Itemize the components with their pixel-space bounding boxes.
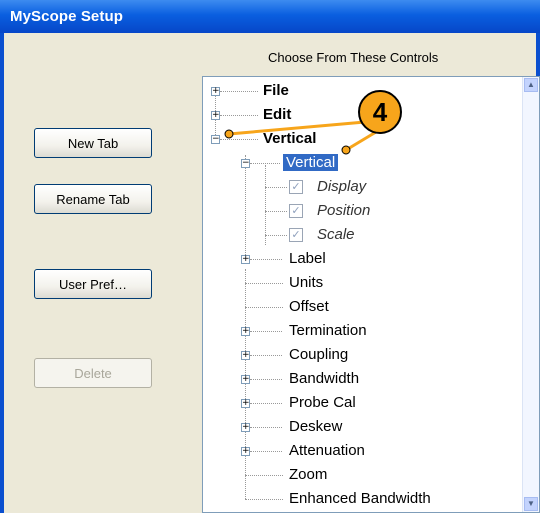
expand-probe-cal-icon[interactable]: + bbox=[241, 399, 250, 408]
window-frame-left bbox=[0, 33, 4, 513]
scale-checkbox[interactable]: ✓ bbox=[289, 228, 303, 242]
tree-node-deskew[interactable]: Deskew bbox=[289, 416, 342, 438]
expand-bandwidth-icon[interactable]: + bbox=[241, 375, 250, 384]
tree-connector bbox=[250, 331, 282, 332]
tree-connector bbox=[265, 211, 287, 212]
tree-node-label[interactable]: Label bbox=[289, 248, 326, 270]
tree-node-zoom[interactable]: Zoom bbox=[289, 464, 327, 486]
callout-badge: 4 bbox=[358, 90, 402, 134]
tree-connector bbox=[250, 403, 282, 404]
tree-connector bbox=[250, 427, 282, 428]
collapse-vertical-child-icon[interactable]: − bbox=[241, 159, 250, 168]
tree-node-probe-cal[interactable]: Probe Cal bbox=[289, 392, 356, 414]
user-pref-button[interactable]: User Pref… bbox=[34, 269, 152, 299]
tree-node-bandwidth[interactable]: Bandwidth bbox=[289, 368, 359, 390]
tree-scrollbar[interactable]: ▲ ▼ bbox=[522, 77, 539, 512]
tree-connector bbox=[250, 451, 282, 452]
tree-node-offset[interactable]: Offset bbox=[289, 296, 329, 318]
tree-connector bbox=[250, 379, 282, 380]
tree-node-file[interactable]: File bbox=[263, 80, 289, 102]
delete-button: Delete bbox=[34, 358, 152, 388]
rename-tab-button[interactable]: Rename Tab bbox=[34, 184, 152, 214]
scroll-up-icon[interactable]: ▲ bbox=[524, 78, 538, 92]
tree-node-termination[interactable]: Termination bbox=[289, 320, 367, 342]
tree-connector bbox=[220, 115, 258, 116]
tree-connector bbox=[250, 355, 282, 356]
tree-connector bbox=[220, 91, 258, 92]
window-title-bar[interactable]: MyScope Setup bbox=[0, 0, 540, 33]
new-tab-button[interactable]: New Tab bbox=[34, 128, 152, 158]
tree-node-coupling[interactable]: Coupling bbox=[289, 344, 348, 366]
tree-node-enhanced-bandwidth[interactable]: Enhanced Bandwidth bbox=[289, 488, 431, 510]
expand-termination-icon[interactable]: + bbox=[241, 327, 250, 336]
display-checkbox[interactable]: ✓ bbox=[289, 180, 303, 194]
tree-node-position[interactable]: Position bbox=[317, 200, 370, 222]
expand-file-icon[interactable]: + bbox=[211, 87, 220, 96]
tree-connector bbox=[250, 259, 282, 260]
tree-node-scale[interactable]: Scale bbox=[317, 224, 355, 246]
position-checkbox[interactable]: ✓ bbox=[289, 204, 303, 218]
tree-node-vertical-child[interactable]: Vertical bbox=[283, 152, 339, 174]
expand-coupling-icon[interactable]: + bbox=[241, 351, 250, 360]
window-title: MyScope Setup bbox=[10, 8, 123, 25]
expand-attenuation-icon[interactable]: + bbox=[241, 447, 250, 456]
expand-label-icon[interactable]: + bbox=[241, 255, 250, 264]
tree-connector bbox=[265, 165, 266, 245]
tree-node-edit[interactable]: Edit bbox=[263, 104, 291, 126]
tree-connector bbox=[220, 139, 258, 140]
tree-connector bbox=[245, 283, 283, 284]
controls-header-label: Choose From These Controls bbox=[268, 50, 439, 65]
collapse-vertical-icon[interactable]: − bbox=[211, 135, 220, 144]
tree-connector bbox=[265, 235, 287, 236]
tree-connector bbox=[245, 475, 283, 476]
tree-connector bbox=[265, 187, 287, 188]
tree-node-attenuation[interactable]: Attenuation bbox=[289, 440, 365, 462]
tree-node-vertical[interactable]: Vertical bbox=[263, 128, 316, 150]
tree-connector bbox=[250, 163, 280, 164]
tree-connector bbox=[245, 155, 246, 255]
expand-deskew-icon[interactable]: + bbox=[241, 423, 250, 432]
expand-edit-icon[interactable]: + bbox=[211, 111, 220, 120]
tree-node-display[interactable]: Display bbox=[317, 176, 366, 198]
tree-node-units[interactable]: Units bbox=[289, 272, 323, 294]
tree-connector bbox=[245, 307, 283, 308]
controls-tree[interactable]: + File + Edit − Vertical − Vertical ✓ Di… bbox=[202, 76, 540, 513]
tree-connector bbox=[245, 269, 246, 499]
tree-connector bbox=[245, 499, 283, 500]
scroll-down-icon[interactable]: ▼ bbox=[524, 497, 538, 511]
